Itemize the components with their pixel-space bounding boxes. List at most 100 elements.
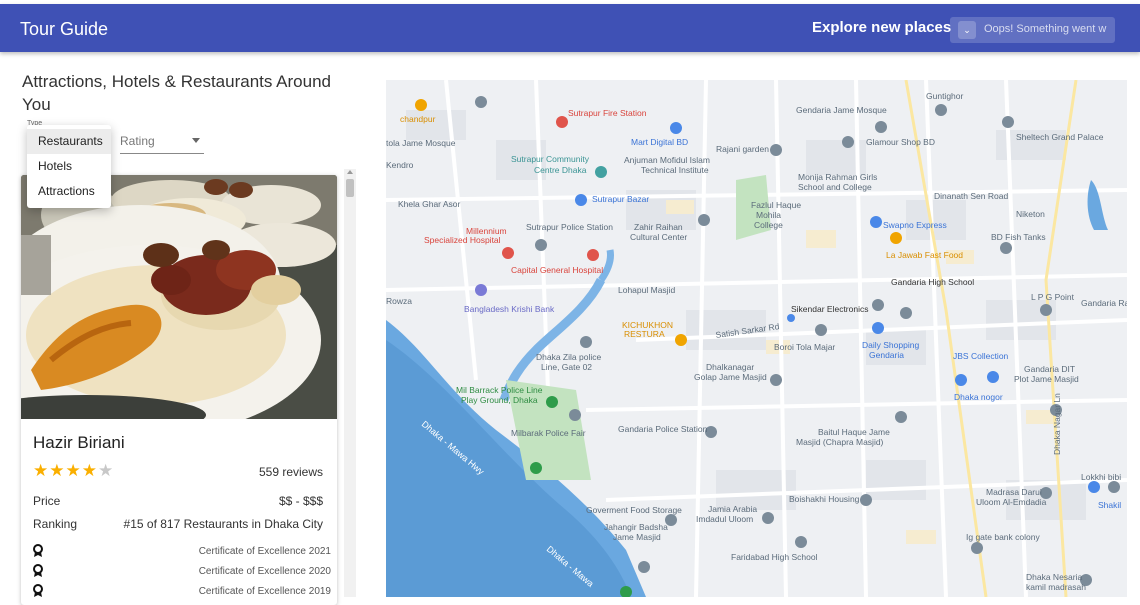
type-dropdown-menu: Restaurants Hotels Attractions [27, 125, 111, 208]
scroll-up-arrow-icon[interactable] [347, 170, 353, 174]
svg-text:BD Fish Tanks: BD Fish Tanks [991, 232, 1046, 242]
svg-text:Rowza: Rowza [386, 296, 412, 306]
svg-text:Khela Ghar Asor: Khela Ghar Asor [398, 199, 461, 209]
svg-text:Milbarak Police Fair: Milbarak Police Fair [511, 428, 586, 438]
svg-text:Dhaka Nesaria: Dhaka Nesaria [1026, 572, 1082, 582]
svg-text:JBS Collection: JBS Collection [953, 351, 1009, 361]
svg-text:Mil Barrack Police Line: Mil Barrack Police Line [456, 385, 543, 395]
star-icon: ★ [81, 461, 98, 480]
search-box[interactable]: ⌄ Oops! Something went w [950, 17, 1115, 43]
award-row: Certificate of Excellence 2021 [33, 544, 333, 560]
app-title[interactable]: Tour Guide [20, 19, 108, 40]
dropdown-arrow-icon [192, 138, 200, 143]
svg-text:Ig gate bank colony: Ig gate bank colony [966, 532, 1040, 542]
svg-text:Gendaria Jame Mosque: Gendaria Jame Mosque [796, 105, 887, 115]
svg-text:Daily Shopping: Daily Shopping [862, 340, 919, 350]
place-name[interactable]: Hazir Biriani [33, 433, 125, 453]
svg-text:Lokkhi bibi: Lokkhi bibi [1081, 472, 1121, 482]
svg-text:Boroi Tola Majar: Boroi Tola Majar [774, 342, 835, 352]
svg-text:Rajani garden: Rajani garden [716, 144, 769, 154]
type-option-restaurants[interactable]: Restaurants [27, 129, 111, 154]
award-icon [33, 564, 43, 577]
type-option-attractions[interactable]: Attractions [27, 179, 111, 204]
svg-text:Dhaka Nagar Ln: Dhaka Nagar Ln [1052, 393, 1062, 455]
map-view[interactable]: Sutrapur Fire Station Gendaria Jame Mosq… [386, 80, 1127, 597]
svg-text:Dhaka Zila police: Dhaka Zila police [536, 352, 601, 362]
svg-text:tola Jame Mosque: tola Jame Mosque [386, 138, 456, 148]
type-option-hotels[interactable]: Hotels [27, 154, 111, 179]
svg-text:Sikendar Electronics: Sikendar Electronics [791, 304, 868, 314]
svg-text:School and College: School and College [798, 182, 872, 192]
star-icon: ★ [33, 461, 50, 480]
award-text: Certificate of Excellence 2020 [198, 566, 331, 577]
rating-select-placeholder: Rating [120, 134, 155, 148]
svg-text:Bangladesh Krishi Bank: Bangladesh Krishi Bank [464, 304, 555, 314]
svg-text:Fazlul Haque: Fazlul Haque [751, 200, 801, 210]
award-row: Certificate of Excellence 2019 [33, 584, 333, 600]
svg-text:Anjuman Mofidul Islam: Anjuman Mofidul Islam [624, 155, 710, 165]
svg-text:Kendro: Kendro [386, 160, 414, 170]
svg-text:Jahangir Badsha: Jahangir Badsha [604, 522, 668, 532]
svg-text:Monija Rahman Girls: Monija Rahman Girls [798, 172, 877, 182]
ranking-label: Ranking [33, 517, 78, 531]
explore-label: Explore new places [812, 19, 952, 36]
svg-text:La Jawab Fast Food: La Jawab Fast Food [886, 250, 963, 260]
svg-text:Swapno Express: Swapno Express [883, 220, 947, 230]
svg-text:Golap Jame Masjid: Golap Jame Masjid [694, 372, 767, 382]
svg-text:Lohapul Masjid: Lohapul Masjid [618, 285, 675, 295]
svg-text:Sheltech Grand Palace: Sheltech Grand Palace [1016, 132, 1104, 142]
svg-text:Boishakhi Housing: Boishakhi Housing [789, 494, 860, 504]
svg-text:College: College [754, 220, 783, 230]
scrollbar-thumb[interactable] [346, 179, 354, 197]
list-panel: Attractions, Hotels & Restaurants Around… [0, 52, 372, 605]
svg-text:Zahir Raihan: Zahir Raihan [634, 222, 683, 232]
svg-text:Mohila: Mohila [756, 210, 781, 220]
award-icon [33, 584, 43, 597]
svg-text:Sutrapur Bazar: Sutrapur Bazar [592, 194, 649, 204]
svg-text:chandpur: chandpur [400, 114, 436, 124]
svg-text:Sutrapur Community: Sutrapur Community [511, 154, 590, 164]
svg-text:Gandaria DIT: Gandaria DIT [1024, 364, 1075, 374]
svg-text:Technical Institute: Technical Institute [641, 165, 709, 175]
star-empty-icon: ★ [98, 461, 115, 480]
price-value: $$ - $$$ [278, 494, 323, 508]
svg-text:Dinanath Sen Road: Dinanath Sen Road [934, 191, 1008, 201]
svg-text:Baitul Haque Jame: Baitul Haque Jame [818, 427, 890, 437]
map-canvas[interactable]: Sutrapur Fire Station Gendaria Jame Mosq… [386, 80, 1127, 597]
svg-text:RESTURA: RESTURA [624, 329, 665, 339]
place-card[interactable]: Hazir Biriani ★★★★★ 559 reviews Price $$… [21, 175, 337, 605]
award-row: Certificate of Excellence 2020 [33, 564, 333, 580]
svg-text:Gendaria: Gendaria [869, 350, 904, 360]
star-icon: ★ [65, 461, 82, 480]
search-icon[interactable]: ⌄ [958, 21, 976, 39]
price-label: Price [33, 494, 61, 508]
search-input[interactable]: Oops! Something went w [984, 23, 1106, 35]
svg-text:Centre Dhaka: Centre Dhaka [534, 165, 587, 175]
svg-text:Sutrapur Police Station: Sutrapur Police Station [526, 222, 613, 232]
svg-text:Madrasa Darul: Madrasa Darul [986, 487, 1042, 497]
svg-text:Cultural Center: Cultural Center [630, 232, 687, 242]
svg-text:Gandaria Ra: Gandaria Ra [1081, 298, 1127, 308]
svg-text:Goverment Food Storage: Goverment Food Storage [586, 505, 682, 515]
star-icon: ★ [49, 461, 66, 480]
page-title: Attractions, Hotels & Restaurants Around… [22, 72, 331, 114]
svg-text:Glamour Shop BD: Glamour Shop BD [866, 137, 935, 147]
svg-text:Capital General Hospital: Capital General Hospital [511, 265, 603, 275]
rating-select[interactable]: Rating [120, 134, 204, 154]
list-scrollbar[interactable] [344, 169, 356, 597]
svg-text:Faridabad High School: Faridabad High School [731, 552, 818, 562]
review-count: 559 reviews [258, 465, 323, 479]
rating-stars: ★★★★★ [33, 461, 114, 481]
svg-text:Jamia Arabia: Jamia Arabia [708, 504, 757, 514]
svg-text:kamil madrasah: kamil madrasah [1026, 582, 1086, 592]
svg-text:Mart Digital BD: Mart Digital BD [631, 137, 688, 147]
svg-text:Imdadul Uloom: Imdadul Uloom [696, 514, 753, 524]
svg-text:Gandaria Police Station: Gandaria Police Station [618, 424, 708, 434]
ranking-value: #15 of 817 Restaurants in Dhaka City [123, 517, 323, 531]
award-text: Certificate of Excellence 2021 [198, 546, 331, 557]
place-photo [21, 175, 337, 419]
svg-text:Play Ground, Dhaka: Play Ground, Dhaka [461, 395, 538, 405]
award-icon [33, 544, 43, 557]
app-bar: Tour Guide Explore new places ⌄ Oops! So… [0, 4, 1140, 52]
svg-text:Plot Jame Masjid: Plot Jame Masjid [1014, 374, 1079, 384]
